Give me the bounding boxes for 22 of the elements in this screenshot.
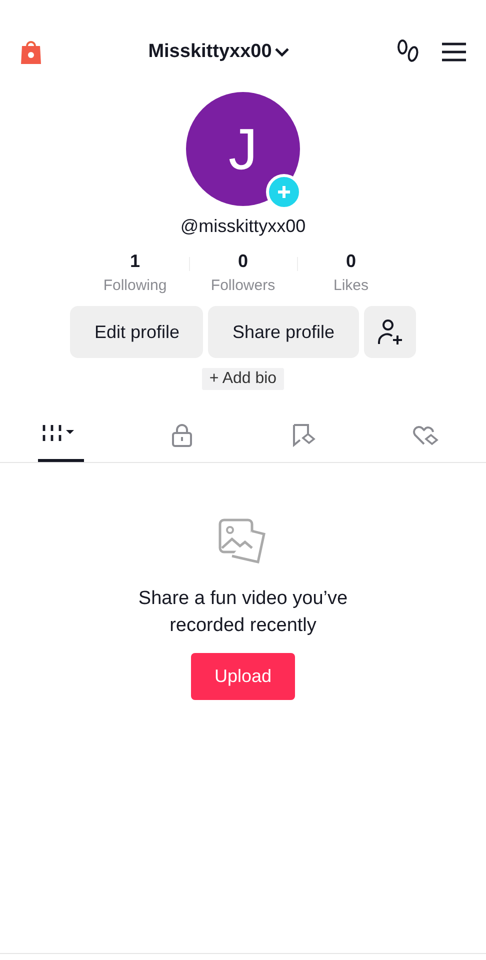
- upload-button[interactable]: Upload: [191, 653, 295, 700]
- empty-message: Share a fun video you’ve recorded recently: [137, 587, 349, 638]
- edit-profile-button[interactable]: Edit profile: [70, 306, 204, 358]
- stat-count: 0: [238, 251, 248, 272]
- share-profile-button[interactable]: Share profile: [208, 306, 359, 358]
- add-friend-button[interactable]: [364, 306, 416, 358]
- menu-icon[interactable]: [442, 42, 466, 62]
- person-plus-icon: [376, 318, 404, 346]
- add-bio-button[interactable]: + Add bio: [202, 368, 284, 390]
- bookmark-icon[interactable]: [290, 422, 317, 446]
- footprints-icon[interactable]: [396, 39, 420, 65]
- stat-count: 1: [130, 251, 140, 272]
- stat-label: Likes: [333, 277, 369, 294]
- stat-label: Followers: [210, 277, 276, 294]
- lock-icon[interactable]: [171, 422, 194, 446]
- shopping-bag-icon[interactable]: [20, 39, 42, 65]
- avatar-letter: J: [228, 116, 258, 182]
- stat-count: 0: [346, 251, 356, 272]
- stat-label: Following: [103, 277, 167, 294]
- chevron-down-icon[interactable]: [274, 46, 290, 58]
- user-handle: @misskittyxx00: [180, 216, 306, 237]
- username-title[interactable]: Misskittyxx00: [148, 41, 272, 63]
